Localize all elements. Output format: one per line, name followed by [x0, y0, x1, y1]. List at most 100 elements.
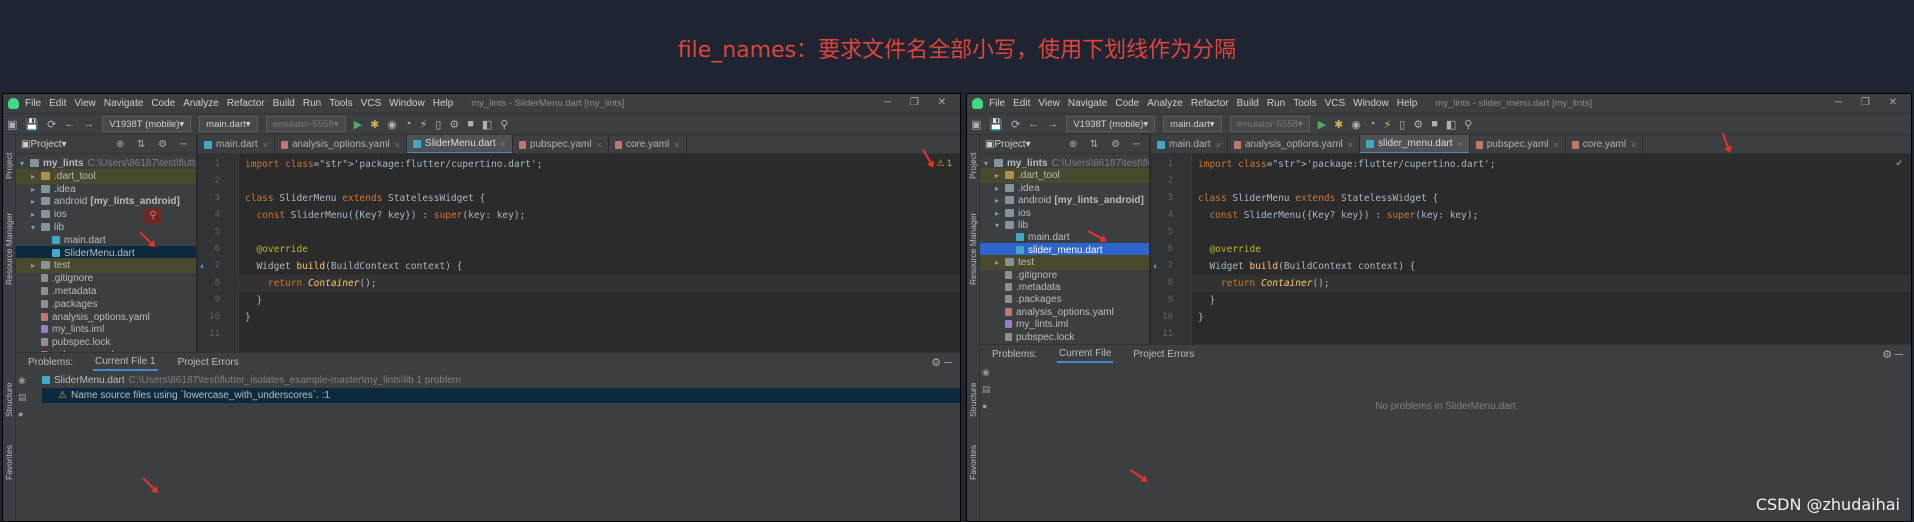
- save-icon[interactable]: 💾: [989, 118, 1003, 131]
- problems-tab[interactable]: Current File 1: [93, 354, 158, 371]
- bulb-icon[interactable]: ●: [18, 409, 27, 419]
- filter-icon[interactable]: ▤: [982, 384, 991, 395]
- menu-view[interactable]: View: [1038, 98, 1060, 109]
- tool-window-favorites[interactable]: Favorites: [4, 445, 14, 480]
- tool-window-structure[interactable]: Structure: [4, 383, 14, 418]
- problems-file-row[interactable]: SliderMenu.dart C:\Users\86187\test\flutt…: [42, 373, 960, 388]
- device-manager-icon[interactable]: ▯: [1399, 118, 1405, 131]
- menu-analyze[interactable]: Analyze: [1147, 98, 1183, 109]
- menu-help[interactable]: Help: [433, 98, 454, 109]
- emulator-selector[interactable]: emulator-5558 ▾: [1229, 116, 1310, 132]
- menu-vcs[interactable]: VCS: [361, 98, 382, 109]
- editor-tab[interactable]: slider_menu.dart ×: [1360, 135, 1470, 153]
- project-view-selector[interactable]: Project: [30, 139, 61, 150]
- menu-window[interactable]: Window: [1353, 98, 1389, 109]
- editor-tab[interactable]: analysis_options.yaml ×: [275, 135, 408, 153]
- profile-icon[interactable]: ◉: [1351, 118, 1361, 131]
- tool-window-project[interactable]: Project: [4, 153, 14, 179]
- code-editor[interactable]: import class="str">'package:flutter/cupe…: [239, 154, 960, 352]
- device-selector[interactable]: V1938T (mobile) ▾: [102, 116, 192, 132]
- problem-row[interactable]: ⚠ Name source files using `lowercase_with…: [42, 388, 960, 403]
- menu-tools[interactable]: Tools: [329, 98, 352, 109]
- menu-vcs[interactable]: VCS: [1325, 98, 1346, 109]
- menu-edit[interactable]: Edit: [49, 98, 66, 109]
- menu-analyze[interactable]: Analyze: [183, 98, 219, 109]
- editor-tab[interactable]: SliderMenu.dart ×: [407, 135, 513, 153]
- avd-manager-icon[interactable]: ◧: [1446, 118, 1456, 131]
- editor-tab[interactable]: analysis_options.yaml ×: [1228, 135, 1361, 153]
- avd-manager-icon[interactable]: ◧: [482, 118, 492, 131]
- sdk-manager-icon[interactable]: ⚙: [1413, 118, 1423, 131]
- close-icon[interactable]: ×: [674, 140, 679, 150]
- run-icon[interactable]: ▶: [1318, 118, 1326, 131]
- profile-icon[interactable]: ◉: [387, 118, 397, 131]
- menu-code[interactable]: Code: [151, 98, 175, 109]
- override-gutter-icon[interactable]: ◐: [200, 261, 205, 271]
- problems-tab[interactable]: Project Errors: [1131, 347, 1196, 362]
- stop-icon[interactable]: ■: [467, 118, 474, 130]
- menu-file[interactable]: File: [25, 98, 41, 109]
- tool-window-resource-manager[interactable]: Resource Manager: [4, 213, 14, 285]
- menu-window[interactable]: Window: [389, 98, 425, 109]
- menu-refactor[interactable]: Refactor: [1191, 98, 1229, 109]
- close-icon[interactable]: ×: [1554, 140, 1559, 150]
- project-view-selector[interactable]: Project: [994, 139, 1025, 150]
- eye-icon[interactable]: ◉: [982, 367, 991, 378]
- menu-code[interactable]: Code: [1115, 98, 1139, 109]
- attach-icon[interactable]: ◔: [1369, 118, 1376, 130]
- close-icon[interactable]: ×: [501, 139, 506, 149]
- menu-view[interactable]: View: [74, 98, 96, 109]
- inspection-status-indicator[interactable]: ⚠ 1: [936, 158, 952, 169]
- hot-reload-icon[interactable]: ⚡: [1384, 118, 1392, 131]
- close-icon[interactable]: ×: [1458, 139, 1463, 149]
- panel-actions[interactable]: ⊕ ⇅ ⚙ ─: [1069, 139, 1145, 150]
- tool-window-project[interactable]: Project: [968, 153, 978, 179]
- run-icon[interactable]: ▶: [354, 118, 362, 131]
- inspection-status-indicator[interactable]: ✔: [1895, 158, 1903, 169]
- menu-file[interactable]: File: [989, 98, 1005, 109]
- run-config-selector[interactable]: main.dart ▾: [1163, 116, 1222, 132]
- tool-window-favorites[interactable]: Favorites: [968, 445, 978, 480]
- menu-tools[interactable]: Tools: [1293, 98, 1316, 109]
- panel-actions[interactable]: ⊕ ⇅ ⚙ ─: [116, 139, 192, 150]
- editor-tab[interactable]: pubspec.yaml ×: [513, 135, 609, 153]
- hot-reload-icon[interactable]: ⚡: [420, 118, 428, 131]
- sync-icon[interactable]: ⟳: [1011, 118, 1020, 131]
- sdk-manager-icon[interactable]: ⚙: [449, 118, 459, 131]
- menu-refactor[interactable]: Refactor: [227, 98, 265, 109]
- menu-help[interactable]: Help: [1397, 98, 1418, 109]
- menu-navigate[interactable]: Navigate: [1068, 98, 1107, 109]
- close-icon[interactable]: ×: [395, 140, 400, 150]
- gear-icon[interactable]: ⚙ ─: [1882, 348, 1903, 361]
- eye-icon[interactable]: ◉: [18, 375, 27, 386]
- search-everywhere-icon[interactable]: ⚲: [500, 118, 508, 131]
- tool-window-structure[interactable]: Structure: [968, 383, 978, 418]
- gear-icon[interactable]: ⚙ ─: [931, 356, 952, 369]
- editor-tab[interactable]: main.dart ×: [198, 135, 275, 153]
- attach-icon[interactable]: ◔: [405, 118, 412, 130]
- problems-tab[interactable]: Current File: [1057, 346, 1114, 363]
- menu-edit[interactable]: Edit: [1013, 98, 1030, 109]
- code-editor[interactable]: import class="str">'package:flutter/cupe…: [1192, 154, 1911, 344]
- problems-tab[interactable]: Project Errors: [176, 355, 241, 370]
- menu-run[interactable]: Run: [303, 98, 321, 109]
- save-icon[interactable]: 💾: [25, 118, 39, 131]
- editor-tab[interactable]: core.yaml ×: [1566, 135, 1644, 153]
- window-controls[interactable]: ─ ❐ ✕: [1835, 97, 1905, 108]
- open-icon[interactable]: ▣: [971, 118, 981, 131]
- search-everywhere-icon[interactable]: ⚲: [1464, 118, 1472, 131]
- close-icon[interactable]: ×: [597, 140, 602, 150]
- device-selector[interactable]: V1938T (mobile) ▾: [1066, 116, 1156, 132]
- menu-build[interactable]: Build: [273, 98, 295, 109]
- override-gutter-icon[interactable]: ◐: [1153, 261, 1158, 271]
- debug-icon[interactable]: ✱: [1334, 118, 1343, 131]
- back-icon[interactable]: ←: [64, 118, 75, 130]
- forward-icon[interactable]: →: [83, 118, 94, 130]
- run-config-selector[interactable]: main.dart ▾: [199, 116, 258, 132]
- back-icon[interactable]: ←: [1028, 118, 1039, 130]
- tool-window-resource-manager[interactable]: Resource Manager: [968, 213, 978, 285]
- forward-icon[interactable]: →: [1047, 118, 1058, 130]
- editor-tab[interactable]: core.yaml ×: [609, 135, 687, 153]
- close-icon[interactable]: ×: [1348, 140, 1353, 150]
- menu-build[interactable]: Build: [1237, 98, 1259, 109]
